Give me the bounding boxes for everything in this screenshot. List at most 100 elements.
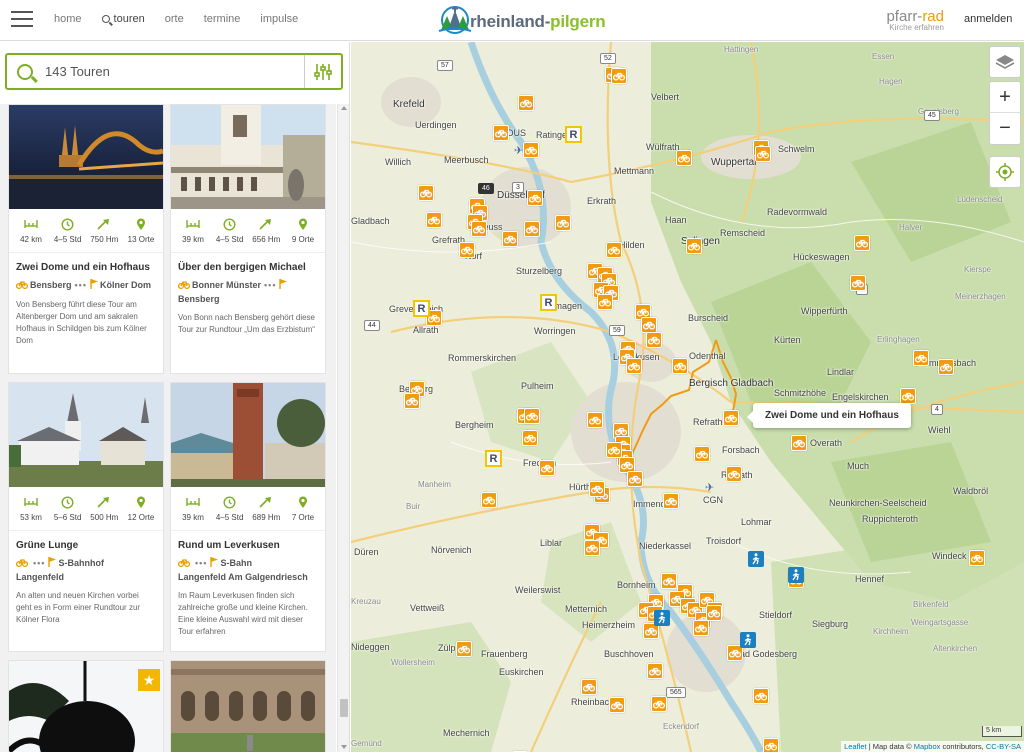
bike-tour-marker[interactable] (581, 679, 597, 695)
hiking-marker[interactable] (654, 610, 670, 626)
distance-value: 42 km (20, 235, 42, 244)
bike-tour-marker[interactable] (527, 190, 543, 206)
bike-tour-marker[interactable] (913, 350, 929, 366)
bike-tour-marker[interactable] (693, 620, 709, 636)
map-scale: 5 km (982, 726, 1022, 737)
bike-tour-marker[interactable] (686, 238, 702, 254)
tour-search-input[interactable] (45, 64, 295, 79)
tour-card[interactable]: 39 km 4–5 Std 656 Hm 9 Orte Über den ber… (170, 104, 326, 374)
tour-card[interactable]: 39 km 4–5 Std 689 Hm 7 Orte Rund um Leve… (170, 382, 326, 652)
bike-tour-marker[interactable] (676, 150, 692, 166)
scroll-up-icon[interactable] (341, 106, 347, 110)
bike-tour-marker[interactable] (589, 481, 605, 497)
bike-tour-marker[interactable] (900, 388, 916, 404)
scroll-thumb[interactable] (340, 699, 348, 717)
hiking-marker[interactable] (788, 567, 804, 583)
place-label: Meinerzhagen (955, 292, 1006, 301)
bike-tour-marker[interactable] (518, 95, 534, 111)
nav-orte[interactable]: orte (165, 13, 184, 25)
bike-tour-marker[interactable] (539, 460, 555, 476)
nav-impulse[interactable]: impulse (260, 13, 298, 25)
bike-tour-marker[interactable] (426, 212, 442, 228)
layers-button[interactable] (989, 46, 1021, 78)
nav-termine[interactable]: termine (204, 13, 241, 25)
bike-tour-marker[interactable] (493, 125, 509, 141)
bike-tour-marker[interactable] (641, 317, 657, 333)
bike-tour-marker[interactable] (661, 573, 677, 589)
bike-tour-marker[interactable] (723, 410, 739, 426)
bike-tour-marker[interactable] (471, 221, 487, 237)
tour-description: Im Raum Leverkusen finden sich zahlreich… (178, 591, 308, 636)
nav-touren[interactable]: touren (101, 13, 145, 25)
bike-tour-marker[interactable] (587, 412, 603, 428)
menu-icon[interactable] (11, 11, 33, 28)
bike-tour-marker[interactable] (706, 605, 722, 621)
bike-tour-marker[interactable] (418, 185, 434, 201)
hiking-marker[interactable] (740, 632, 756, 648)
map-view[interactable]: ✈ ✈ Krefeld Hattingen Essen Hagen Velbert Uer… (351, 42, 1024, 752)
locate-button[interactable] (989, 156, 1021, 188)
bike-tour-marker[interactable] (609, 697, 625, 713)
bike-tour-marker[interactable] (850, 275, 866, 291)
bike-tour-marker[interactable] (459, 242, 475, 258)
bike-tour-marker[interactable] (753, 688, 769, 704)
bike-tour-marker[interactable] (626, 358, 642, 374)
bike-tour-marker[interactable] (611, 68, 627, 84)
place-label: Gemünd (351, 739, 382, 748)
bike-tour-marker[interactable] (522, 430, 538, 446)
bike-tour-marker[interactable] (404, 393, 420, 409)
bike-tour-marker[interactable] (791, 435, 807, 451)
bike-tour-marker[interactable] (694, 446, 710, 462)
pfarrrad-brand[interactable]: pfarr-rad Kirche erfahren (864, 8, 944, 32)
leaflet-link[interactable]: Leaflet (844, 742, 867, 751)
bike-tour-marker[interactable] (627, 471, 643, 487)
distance-stat: 53 km (13, 495, 49, 530)
place-label: Erkrath (587, 196, 617, 206)
filter-button[interactable] (304, 55, 341, 88)
route-r-marker[interactable]: R (413, 300, 430, 317)
zoom-out-button[interactable]: − (990, 113, 1020, 144)
bike-tour-marker[interactable] (646, 332, 662, 348)
bike-tour-marker[interactable] (555, 215, 571, 231)
bike-tour-marker[interactable] (524, 408, 540, 424)
tour-card[interactable] (170, 660, 326, 752)
list-scrollbar[interactable] (337, 104, 349, 752)
bike-tour-marker[interactable] (502, 231, 518, 247)
hiking-marker[interactable] (748, 551, 764, 567)
tour-card[interactable]: 42 km 4–5 Std 750 Hm 13 Orte Zwei Dome u… (8, 104, 164, 374)
route-r-marker[interactable]: R (540, 294, 557, 311)
bike-tour-marker[interactable] (481, 492, 497, 508)
bike-tour-marker[interactable] (726, 466, 742, 482)
bike-tour-marker[interactable] (456, 641, 472, 657)
route-r-marker[interactable]: R (565, 126, 582, 143)
bike-tour-marker[interactable] (606, 242, 622, 258)
bike-tour-marker[interactable] (524, 221, 540, 237)
bike-tour-marker[interactable] (597, 294, 613, 310)
tour-card[interactable]: ★ (8, 660, 164, 752)
bike-tour-marker[interactable] (755, 146, 771, 162)
bike-tour-marker[interactable] (647, 663, 663, 679)
mapbox-link[interactable]: Mapbox (914, 742, 941, 751)
tour-image (171, 661, 325, 752)
bike-tour-marker[interactable] (672, 358, 688, 374)
bike-tour-marker[interactable] (854, 235, 870, 251)
license-link[interactable]: CC-BY-SA (986, 742, 1021, 751)
bike-tour-marker[interactable] (763, 738, 779, 752)
bike-tour-marker[interactable] (584, 540, 600, 556)
zoom-in-button[interactable]: + (990, 82, 1020, 113)
bike-tour-marker[interactable] (938, 359, 954, 375)
bike-tour-marker[interactable] (606, 442, 622, 458)
bike-tour-marker[interactable] (651, 696, 667, 712)
login-link[interactable]: anmelden (964, 13, 1012, 25)
sliders-icon (314, 63, 332, 80)
bike-tour-marker[interactable] (523, 142, 539, 158)
scroll-down-icon[interactable] (341, 745, 347, 749)
tour-card[interactable]: 53 km 5–6 Std 500 Hm 12 Orte Grüne Lunge… (8, 382, 164, 652)
bike-tour-marker[interactable] (663, 493, 679, 509)
route-r-marker[interactable]: R (485, 450, 502, 467)
distance-value: 53 km (20, 513, 42, 522)
nav-home[interactable]: home (54, 13, 82, 25)
site-logo[interactable]: rheinland-pilgern (436, 4, 606, 34)
star-icon[interactable]: ★ (138, 669, 160, 691)
bike-tour-marker[interactable] (969, 550, 985, 566)
